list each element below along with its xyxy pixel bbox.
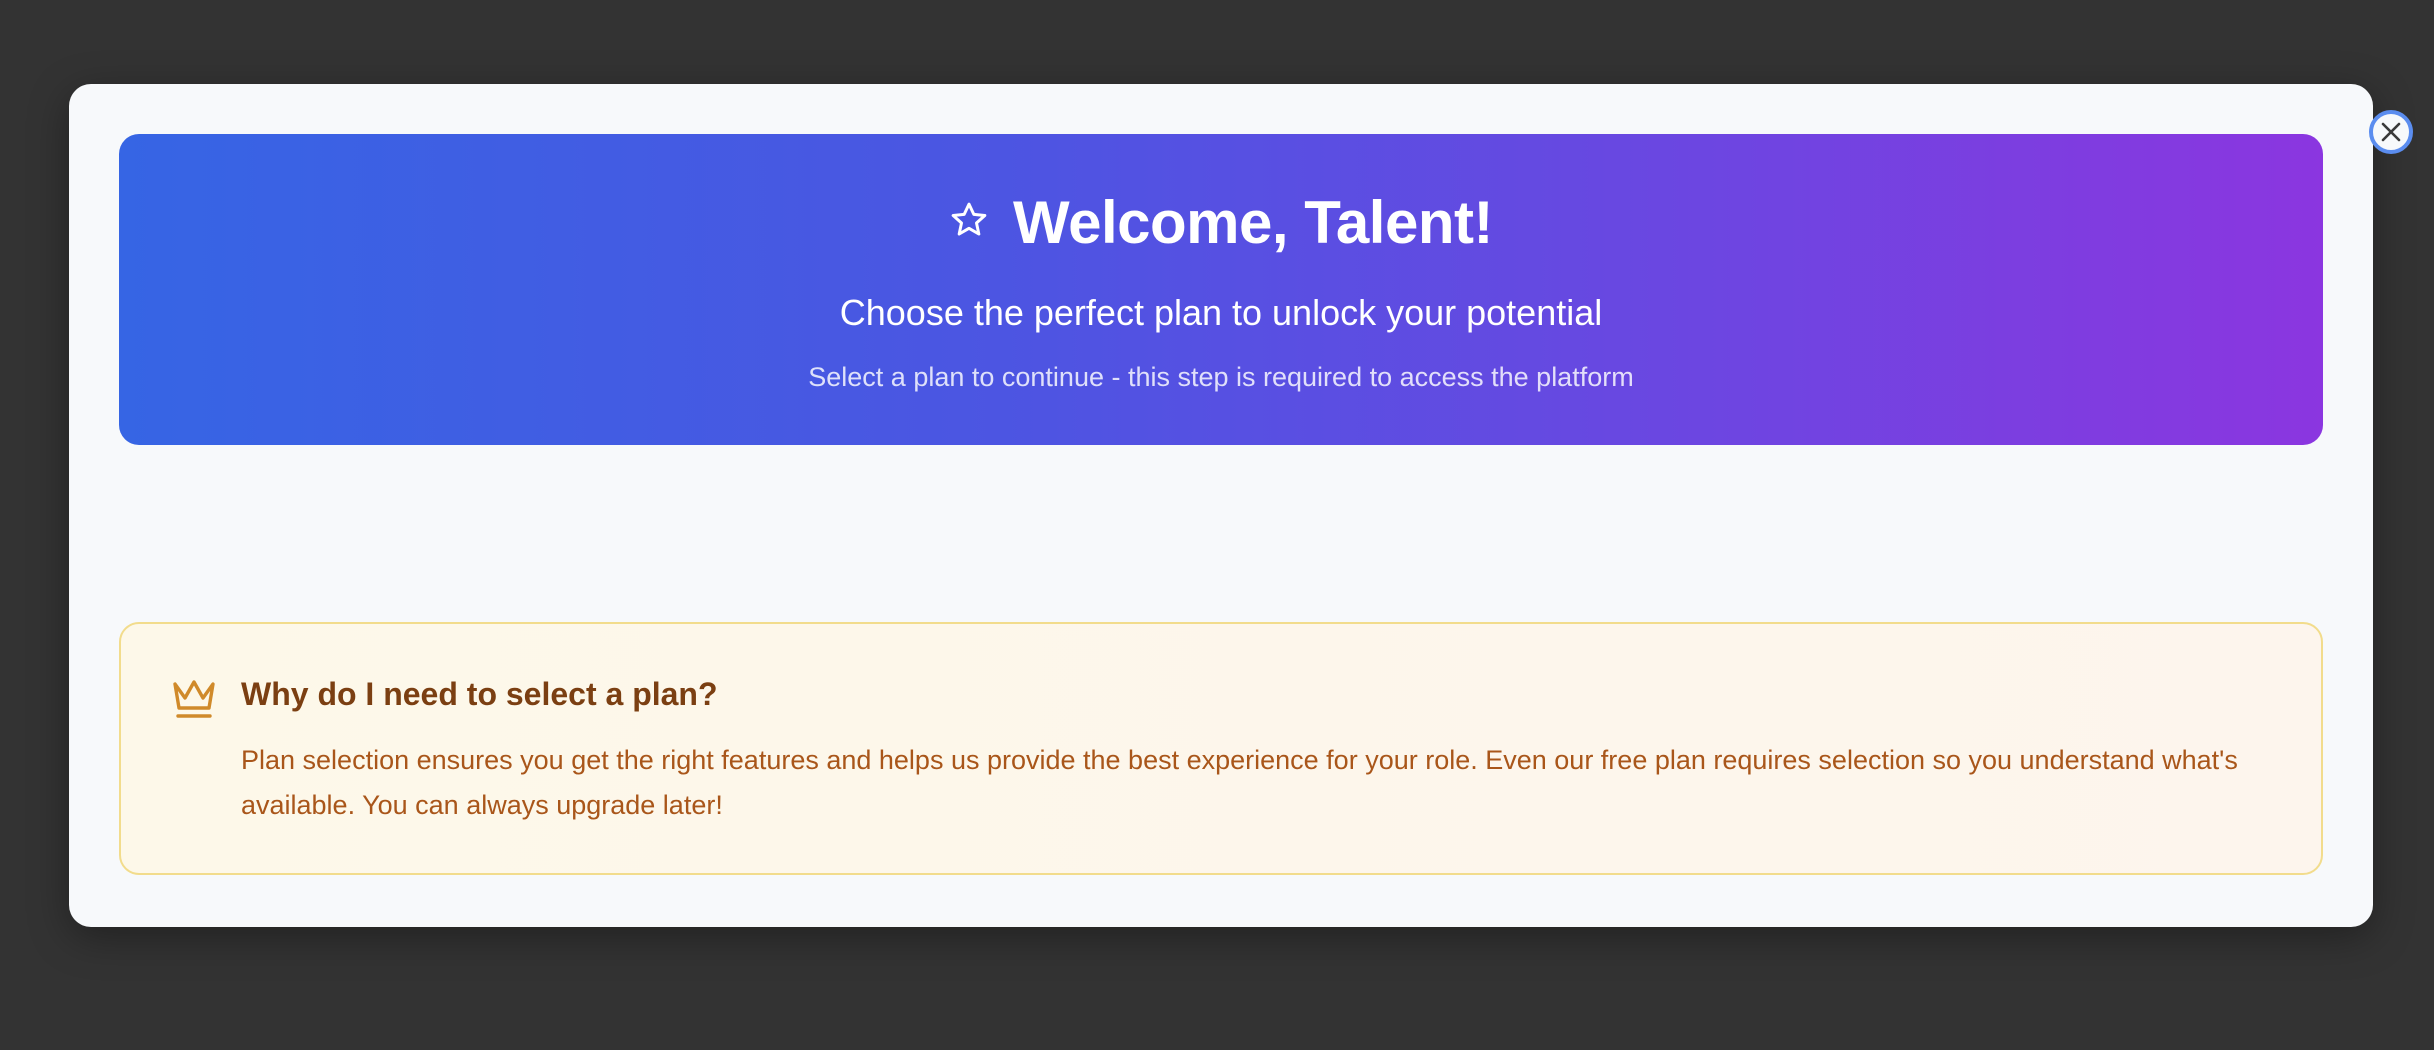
close-button[interactable] — [2369, 110, 2413, 154]
star-icon — [949, 200, 989, 245]
close-icon — [2379, 120, 2403, 144]
welcome-title: Welcome, Talent! — [1013, 188, 1493, 256]
welcome-note: Select a plan to continue - this step is… — [808, 362, 1634, 392]
plan-info-box: Why do I need to select a plan? Plan sel… — [119, 622, 2323, 875]
info-text: Plan selection ensures you get the right… — [241, 745, 2238, 820]
info-title: Why do I need to select a plan? — [241, 676, 718, 712]
welcome-banner: Welcome, Talent! Choose the perfect plan… — [119, 134, 2323, 445]
welcome-subtitle: Choose the perfect plan to unlock your p… — [839, 292, 1603, 333]
plan-selection-modal: Welcome, Talent! Choose the perfect plan… — [69, 84, 2413, 927]
welcome-title-row: Welcome, Talent! — [119, 182, 2323, 262]
crown-icon — [171, 676, 217, 725]
